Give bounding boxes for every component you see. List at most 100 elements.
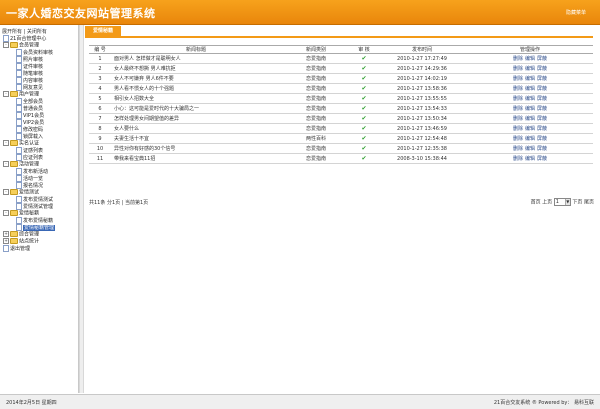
- top-header: 一家人婚恋交友网站管理系统 隐藏菜单: [0, 0, 600, 25]
- block-link[interactable]: 屏蔽: [537, 156, 547, 162]
- table-row: 8 女人要什么 恋爱指南 ✔ 2010-1-27 13:46:59 删除 编辑 屏蔽: [89, 123, 593, 134]
- tab-love-tips[interactable]: 爱情秘籍: [85, 26, 122, 36]
- pane-splitter[interactable]: [79, 25, 84, 393]
- last-page-link[interactable]: 尾页: [584, 200, 594, 206]
- sidebar-item[interactable]: 修改密码: [2, 126, 78, 133]
- block-link[interactable]: 屏蔽: [537, 126, 547, 132]
- edit-link[interactable]: 编辑: [525, 106, 535, 112]
- edit-link[interactable]: 编辑: [525, 86, 535, 92]
- row-id: 11: [96, 155, 104, 162]
- page-icon: [16, 119, 22, 126]
- row-category: 恋爱指南: [305, 56, 326, 62]
- sidebar-item[interactable]: VIP2会员: [2, 119, 78, 126]
- row-id: 9: [98, 135, 102, 142]
- collapse-icon[interactable]: -: [3, 91, 9, 97]
- block-link[interactable]: 屏蔽: [537, 76, 547, 82]
- block-link[interactable]: 屏蔽: [537, 106, 547, 112]
- block-link[interactable]: 屏蔽: [537, 66, 547, 72]
- sidebar-item[interactable]: - 会员管理: [2, 42, 78, 49]
- sidebar-item[interactable]: 爱情测试管理: [2, 203, 78, 210]
- row-id: 5: [98, 95, 102, 102]
- edit-link[interactable]: 编辑: [525, 76, 535, 82]
- edit-link[interactable]: 编辑: [525, 66, 535, 72]
- sidebar-item-label: 实名认证: [19, 140, 40, 147]
- delete-link[interactable]: 删除: [513, 66, 523, 72]
- delete-link[interactable]: 删除: [513, 136, 523, 142]
- block-link[interactable]: 屏蔽: [537, 86, 547, 92]
- block-link[interactable]: 屏蔽: [537, 136, 547, 142]
- sidebar-item[interactable]: 退出管理: [2, 245, 78, 252]
- page-select[interactable]: 1 ▼: [553, 198, 571, 206]
- delete-link[interactable]: 删除: [513, 156, 523, 162]
- sidebar-item[interactable]: 网友意见: [2, 84, 78, 91]
- collapse-icon[interactable]: -: [3, 140, 9, 146]
- sidebar-item[interactable]: 会员资料审核: [2, 49, 78, 56]
- prev-page-link[interactable]: 上页: [542, 200, 552, 206]
- edit-link[interactable]: 编辑: [525, 56, 535, 62]
- delete-link[interactable]: 删除: [513, 86, 523, 92]
- delete-link[interactable]: 删除: [513, 96, 523, 102]
- sidebar-item[interactable]: 活动一览: [2, 175, 78, 182]
- table-row: 5 相引女人招数大全 恋爱指南 ✔ 2010-1-27 13:55:55 删除 编辑 屏蔽: [89, 93, 593, 104]
- sidebar-item-label: 活动管理: [19, 161, 40, 168]
- next-page-link[interactable]: 下页: [572, 200, 582, 206]
- sidebar-item[interactable]: + 综合管理: [2, 231, 78, 238]
- edit-link[interactable]: 编辑: [525, 126, 535, 132]
- sidebar-item[interactable]: 爱情秘籍管理: [2, 224, 78, 231]
- sidebar-item[interactable]: 普通会员: [2, 105, 78, 112]
- collapse-icon[interactable]: -: [3, 42, 9, 48]
- sidebar-item[interactable]: - 用户管理: [2, 91, 78, 98]
- tree-root[interactable]: 21百合管理中心: [2, 35, 78, 42]
- edit-link[interactable]: 编辑: [525, 156, 535, 162]
- edit-link[interactable]: 编辑: [525, 116, 535, 122]
- news-table: 编 号 新闻标题 新闻类别 审 核 发布时间 管理操作 1 面对男人 怎样做才是聪…: [89, 45, 593, 164]
- table-row: 3 女人不可嫌弃 男人6件不要 恋爱指南 ✔ 2010-1-27 14:02:19 删除编…: [89, 73, 593, 84]
- sidebar-item[interactable]: - 活动管理: [2, 161, 78, 168]
- edit-link[interactable]: 编辑: [525, 136, 535, 142]
- delete-link[interactable]: 删除: [513, 106, 523, 112]
- expand-icon[interactable]: +: [3, 231, 9, 237]
- sidebar-item[interactable]: 照片审核: [2, 56, 78, 63]
- delete-link[interactable]: 删除: [513, 116, 523, 122]
- sidebar-item[interactable]: 发布爱情秘籍: [2, 217, 78, 224]
- delete-link[interactable]: 删除: [513, 76, 523, 82]
- block-link[interactable]: 屏蔽: [537, 146, 547, 152]
- sidebar-item[interactable]: - 爱情测试: [2, 189, 78, 196]
- collapse-icon[interactable]: -: [3, 189, 9, 195]
- sidebar-item[interactable]: VIP1会员: [2, 112, 78, 119]
- sidebar-item[interactable]: 应证列表: [2, 154, 78, 161]
- sidebar-item[interactable]: - 爱情秘籍: [2, 210, 78, 217]
- delete-link[interactable]: 删除: [513, 56, 523, 62]
- sidebar-item[interactable]: 证件审核: [2, 63, 78, 70]
- sidebar-item[interactable]: 发布爱情测试: [2, 196, 78, 203]
- row-time: 2010-1-27 13:55:55: [397, 95, 447, 102]
- main-content: 爱情秘籍 编 号 新闻标题 新闻类别 审 核 发布时间 管理操作 1 面对男人 怎…: [85, 25, 598, 393]
- sidebar-item[interactable]: + 站点统计: [2, 238, 78, 245]
- folder-icon: [10, 42, 18, 48]
- expand-icon[interactable]: +: [3, 238, 9, 244]
- block-link[interactable]: 屏蔽: [537, 96, 547, 102]
- row-category: 恋爱指南: [305, 116, 326, 122]
- first-page-link[interactable]: 首页: [531, 200, 541, 206]
- check-icon: ✔: [361, 85, 367, 92]
- hide-menu-link[interactable]: 隐藏菜单: [566, 9, 586, 16]
- sidebar-item[interactable]: 报名情况: [2, 182, 78, 189]
- row-title: 女人不可嫌弃 男人6件不要: [114, 76, 174, 82]
- collapse-icon[interactable]: -: [3, 210, 9, 216]
- sidebar-item[interactable]: 内容审核: [2, 77, 78, 84]
- folder-icon: [10, 189, 18, 195]
- sidebar-item[interactable]: 随笔审核: [2, 70, 78, 77]
- sidebar-item[interactable]: 证感列表: [2, 147, 78, 154]
- sidebar-item[interactable]: 锁屏载入: [2, 133, 78, 140]
- block-link[interactable]: 屏蔽: [537, 116, 547, 122]
- delete-link[interactable]: 删除: [513, 146, 523, 152]
- sidebar-item[interactable]: 全部会员: [2, 98, 78, 105]
- edit-link[interactable]: 编辑: [525, 146, 535, 152]
- sidebar-item[interactable]: - 实名认证: [2, 140, 78, 147]
- delete-link[interactable]: 删除: [513, 126, 523, 132]
- collapse-icon[interactable]: -: [3, 161, 9, 167]
- row-category: 恋爱指南: [305, 76, 326, 82]
- sidebar-item[interactable]: 发布新活动: [2, 168, 78, 175]
- block-link[interactable]: 屏蔽: [537, 56, 547, 62]
- edit-link[interactable]: 编辑: [525, 96, 535, 102]
